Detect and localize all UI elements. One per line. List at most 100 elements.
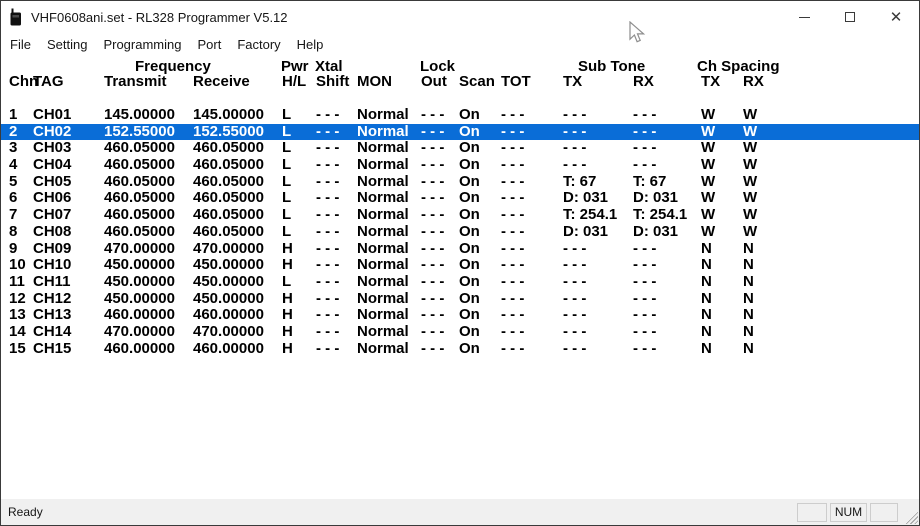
cell-tot: - - - — [501, 257, 563, 274]
table-row[interactable]: 5 CH05 460.05000 460.05000 L - - - Norma… — [1, 174, 919, 191]
cell-transmit: 460.05000 — [104, 157, 193, 174]
cell-shift: - - - — [316, 241, 357, 258]
maximize-button[interactable] — [827, 1, 873, 33]
cell-transmit: 460.05000 — [104, 140, 193, 157]
cell-spacing-tx: N — [701, 341, 743, 358]
cell-chn: 10 — [9, 257, 33, 274]
menu-factory[interactable]: Factory — [229, 33, 288, 56]
table-row[interactable]: 1 CH01 145.00000 145.00000 L - - - Norma… — [1, 107, 919, 124]
col-header-out: Out — [421, 74, 459, 90]
cell-shift: - - - — [316, 224, 357, 241]
cell-tag: CH04 — [33, 157, 104, 174]
table-row[interactable]: 12 CH12 450.00000 450.00000 H - - - Norm… — [1, 291, 919, 308]
cell-tot: - - - — [501, 307, 563, 324]
resize-grip-icon[interactable] — [904, 510, 918, 524]
cell-subtone-rx: - - - — [633, 324, 701, 341]
table-row[interactable]: 6 CH06 460.05000 460.05000 L - - - Norma… — [1, 190, 919, 207]
col-header-spacing-rx: RX — [743, 74, 795, 90]
cell-tag: CH09 — [33, 241, 104, 258]
cell-tag: CH13 — [33, 307, 104, 324]
cell-chn: 7 — [9, 207, 33, 224]
cell-subtone-rx: - - - — [633, 291, 701, 308]
cell-shift: - - - — [316, 207, 357, 224]
cell-shift: - - - — [316, 324, 357, 341]
cell-pwr: L — [282, 124, 316, 141]
cell-spacing-tx: W — [701, 207, 743, 224]
cell-scan: On — [459, 207, 501, 224]
cell-receive: 460.05000 — [193, 207, 282, 224]
cell-scan: On — [459, 307, 501, 324]
cell-receive: 450.00000 — [193, 291, 282, 308]
cell-pwr: H — [282, 241, 316, 258]
col-header-shift: Shift — [316, 74, 357, 90]
cell-transmit: 145.00000 — [104, 107, 193, 124]
col-header-mon: MON — [357, 74, 421, 90]
cell-receive: 460.00000 — [193, 307, 282, 324]
cell-pwr: L — [282, 274, 316, 291]
cell-receive: 470.00000 — [193, 241, 282, 258]
col-header-scan: Scan — [459, 74, 501, 90]
table-row[interactable]: 3 CH03 460.05000 460.05000 L - - - Norma… — [1, 140, 919, 157]
table-row[interactable]: 14 CH14 470.00000 470.00000 H - - - Norm… — [1, 324, 919, 341]
cell-subtone-tx: - - - — [563, 257, 633, 274]
col-header-hl: H/L — [282, 74, 316, 90]
table-row[interactable]: 9 CH09 470.00000 470.00000 H - - - Norma… — [1, 241, 919, 258]
cell-subtone-tx: - - - — [563, 324, 633, 341]
cell-tot: - - - — [501, 124, 563, 141]
cell-shift: - - - — [316, 341, 357, 358]
cell-tag: CH05 — [33, 174, 104, 191]
cell-scan: On — [459, 107, 501, 124]
cell-mon: Normal — [357, 140, 421, 157]
cell-tot: - - - — [501, 157, 563, 174]
table-row[interactable]: 13 CH13 460.00000 460.00000 H - - - Norm… — [1, 307, 919, 324]
cell-receive: 145.00000 — [193, 107, 282, 124]
menu-file[interactable]: File — [2, 33, 39, 56]
cell-mon: Normal — [357, 257, 421, 274]
menu-port[interactable]: Port — [189, 33, 229, 56]
status-bar: Ready NUM — [1, 499, 919, 525]
cell-tag: CH15 — [33, 341, 104, 358]
menu-programming[interactable]: Programming — [95, 33, 189, 56]
cell-receive: 460.00000 — [193, 341, 282, 358]
cell-scan: On — [459, 241, 501, 258]
table-row[interactable]: 8 CH08 460.05000 460.05000 L - - - Norma… — [1, 224, 919, 241]
cell-spacing-rx: N — [743, 274, 795, 291]
menu-help[interactable]: Help — [289, 33, 332, 56]
radio-app-icon[interactable] — [10, 8, 23, 26]
cell-subtone-rx: T: 254.1 — [633, 207, 701, 224]
cell-tag: CH07 — [33, 207, 104, 224]
minimize-button[interactable] — [781, 1, 827, 33]
table-row[interactable]: 10 CH10 450.00000 450.00000 H - - - Norm… — [1, 257, 919, 274]
table-row[interactable]: 11 CH11 450.00000 450.00000 L - - - Norm… — [1, 274, 919, 291]
cell-subtone-tx: T: 254.1 — [563, 207, 633, 224]
title-bar[interactable]: VHF0608ani.set - RL328 Programmer V5.12 … — [1, 1, 919, 33]
cell-tot: - - - — [501, 107, 563, 124]
menu-setting[interactable]: Setting — [39, 33, 95, 56]
cell-scan: On — [459, 291, 501, 308]
group-header-xtal: Xtal — [315, 58, 343, 75]
cell-tag: CH06 — [33, 190, 104, 207]
cell-transmit: 460.00000 — [104, 307, 193, 324]
table-row[interactable]: 2 CH02 152.55000 152.55000 L - - - Norma… — [1, 124, 919, 141]
cell-spacing-rx: W — [743, 157, 795, 174]
cell-subtone-rx: D: 031 — [633, 190, 701, 207]
cell-spacing-tx: W — [701, 224, 743, 241]
cell-lock-out: - - - — [421, 124, 459, 141]
table-row[interactable]: 7 CH07 460.05000 460.05000 L - - - Norma… — [1, 207, 919, 224]
cell-tot: - - - — [501, 140, 563, 157]
cell-scan: On — [459, 274, 501, 291]
close-button[interactable]: ✕ — [873, 1, 919, 33]
group-header-lock: Lock — [420, 58, 455, 75]
col-header-spacing-tx: TX — [701, 74, 743, 90]
cell-spacing-rx: N — [743, 324, 795, 341]
cell-subtone-tx: - - - — [563, 307, 633, 324]
table-row[interactable]: 4 CH04 460.05000 460.05000 L - - - Norma… — [1, 157, 919, 174]
cell-spacing-rx: W — [743, 174, 795, 191]
cell-spacing-tx: N — [701, 324, 743, 341]
numlock-indicator: NUM — [830, 503, 867, 522]
cell-pwr: L — [282, 207, 316, 224]
cell-chn: 13 — [9, 307, 33, 324]
table-row[interactable]: 15 CH15 460.00000 460.00000 H - - - Norm… — [1, 341, 919, 358]
cell-lock-out: - - - — [421, 307, 459, 324]
cell-tag: CH14 — [33, 324, 104, 341]
